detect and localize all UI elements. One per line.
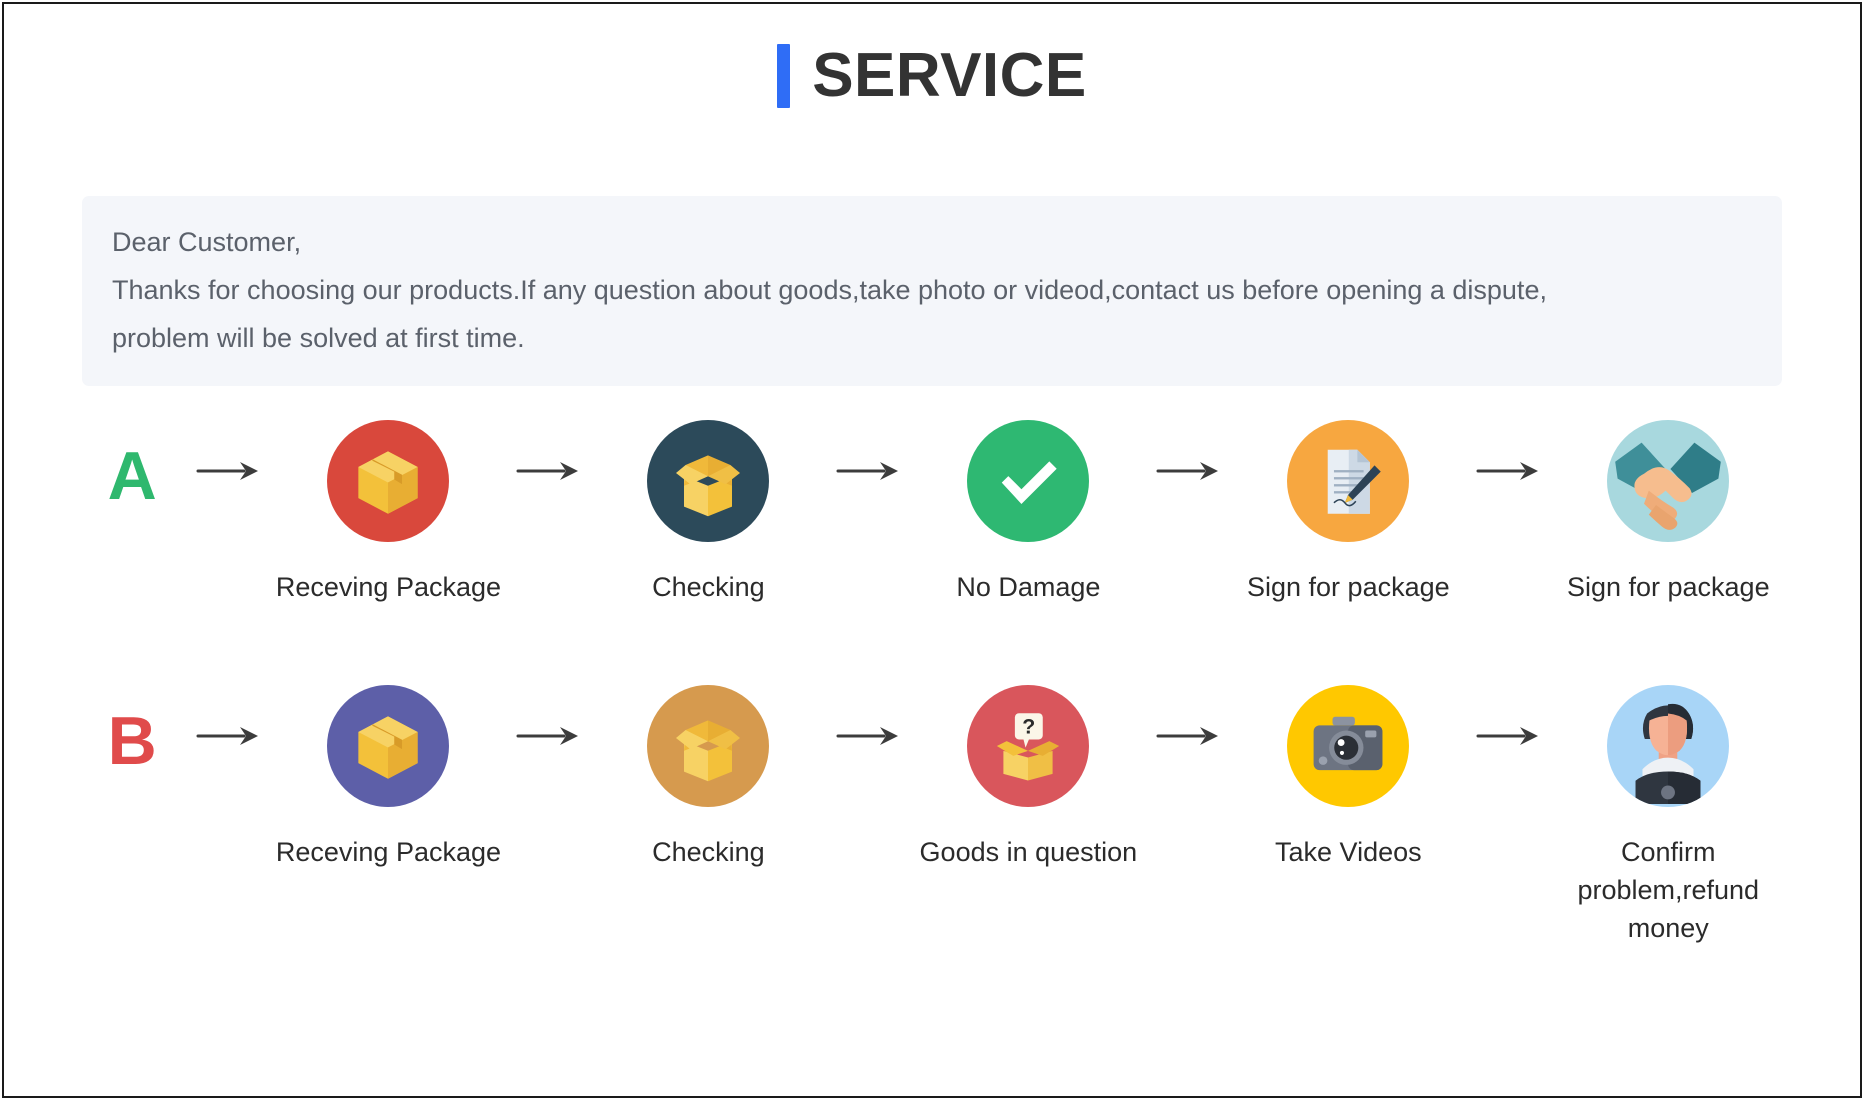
right-arrow-icon [1142, 420, 1235, 484]
row-letter-cell-b: B [82, 685, 182, 775]
right-arrow-icon [1142, 685, 1235, 749]
flow-step: Sign for package [1555, 420, 1782, 606]
camera-icon [1287, 685, 1410, 807]
right-arrow-icon [1462, 685, 1555, 749]
flow-step: Confirm problem,refund money [1555, 685, 1782, 947]
closed-package-icon [327, 420, 450, 542]
right-arrow-icon [182, 685, 275, 749]
flow-step: ? Goods in question [915, 685, 1142, 871]
service-info-page: SERVICE Dear Customer, Thanks for choosi… [0, 0, 1864, 1100]
row-letter-b: B [107, 703, 157, 779]
question-box-icon: ? [967, 685, 1090, 807]
check-mark-icon [967, 420, 1090, 542]
flow-step-label: Take Videos [1275, 837, 1422, 867]
closed-package-icon [327, 685, 450, 807]
flow-step: Take Videos [1235, 685, 1462, 871]
open-package-icon [647, 685, 770, 807]
customer-notice-box: Dear Customer, Thanks for choosing our p… [82, 196, 1782, 386]
svg-text:?: ? [1023, 715, 1036, 739]
flow-step-label: Receving Package [275, 572, 502, 602]
notice-line-3: problem will be solved at first time. [112, 323, 525, 353]
flow-step: Checking [595, 420, 822, 606]
notice-line-2: Thanks for choosing our products.If any … [112, 275, 1547, 305]
right-arrow-icon [182, 420, 275, 484]
support-person-icon [1607, 685, 1730, 807]
row-letter-cell-a: A [82, 420, 182, 510]
flow-step-label: Receving Package [275, 837, 502, 867]
open-package-icon [647, 420, 770, 542]
flow-step-label: No Damage [956, 572, 1101, 602]
page-title: SERVICE [812, 41, 1087, 110]
flow-step-label: Checking [652, 837, 765, 867]
title-accent-bar [777, 44, 791, 108]
flow-step-label: Goods in question [919, 837, 1138, 867]
right-arrow-icon [502, 685, 595, 749]
right-arrow-icon [502, 420, 595, 484]
handshake-icon [1607, 420, 1730, 542]
right-arrow-icon [822, 420, 915, 484]
right-arrow-icon [822, 685, 915, 749]
row-letter-a: A [107, 438, 157, 514]
flow-step-label: Sign for package [1566, 572, 1770, 602]
document-pen-icon [1287, 420, 1410, 542]
flow-row-a: A Receving Package Checking No Damage Si… [82, 420, 1782, 606]
flow-step: Checking [595, 685, 822, 871]
flow-step-label: Confirm problem,refund money [1577, 837, 1760, 943]
flow-step-label: Sign for package [1247, 572, 1450, 602]
flow-step-label: Checking [652, 572, 765, 602]
flow-row-b: B Receving Package Checking ? Goods in q… [82, 685, 1782, 947]
flow-step: No Damage [915, 420, 1142, 606]
notice-line-1: Dear Customer, [112, 227, 302, 257]
right-arrow-icon [1462, 420, 1555, 484]
page-header: SERVICE [0, 44, 1864, 108]
flow-step: Receving Package [275, 685, 502, 871]
flow-step: Sign for package [1235, 420, 1462, 606]
flow-step: Receving Package [275, 420, 502, 606]
